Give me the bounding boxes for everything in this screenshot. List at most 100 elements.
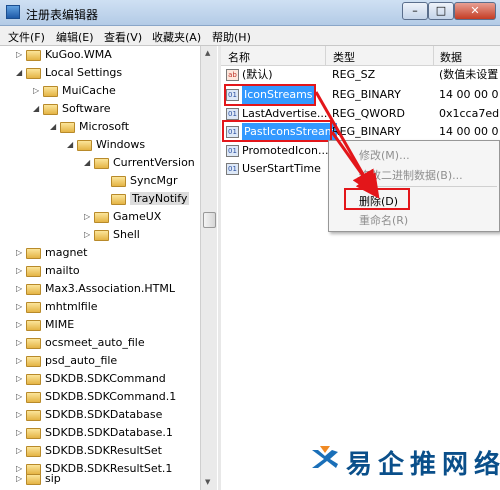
tree-item[interactable]: ▷ MuiCache — [33, 82, 116, 100]
expand-arrow-icon[interactable]: ▷ — [16, 280, 26, 298]
value-row[interactable]: ab (默认) REG_SZ (数值未设置 — [221, 66, 500, 84]
tree-item[interactable]: ▷ KuGoo.WMA — [16, 46, 112, 64]
expand-arrow-icon[interactable]: ▷ — [33, 82, 43, 100]
scroll-up-arrow-icon[interactable]: ▲ — [205, 49, 210, 57]
tree-item[interactable]: ▷ magnet — [16, 244, 88, 262]
menu-bar: 文件(F) 编辑(E) 查看(V) 收藏夹(A) 帮助(H) — [0, 26, 500, 46]
expand-arrow-icon[interactable]: ▷ — [16, 352, 26, 370]
tree-item[interactable]: ▷ GameUX — [84, 208, 161, 226]
expand-arrow-icon[interactable]: ▷ — [16, 244, 26, 262]
menu-item-rename[interactable]: 重命名(R) — [359, 212, 408, 228]
folder-icon — [26, 473, 41, 485]
tree-item[interactable]: ▷ SDKDB.SDKDatabase — [16, 406, 162, 424]
scrollbar-thumb[interactable] — [203, 212, 216, 228]
collapse-arrow-icon[interactable]: ◢ — [16, 64, 26, 82]
expand-arrow-icon[interactable]: ▷ — [84, 208, 94, 226]
tree-item[interactable]: SyncMgr — [101, 172, 178, 190]
expand-arrow-icon[interactable]: ▷ — [16, 470, 26, 488]
menu-item-modify[interactable]: 修改(M)... — [359, 147, 410, 163]
tree-item[interactable]: ◢ Software — [33, 100, 111, 118]
annotation-box-delete — [344, 188, 410, 210]
expand-arrow-icon[interactable]: ▷ — [16, 316, 26, 334]
menu-item-modify-binary[interactable]: 修改二进制数据(B)... — [359, 167, 463, 183]
tree-item[interactable]: ▷ Max3.Association.HTML — [16, 280, 175, 298]
collapse-arrow-icon[interactable]: ◢ — [50, 118, 60, 136]
tree-item[interactable]: ▷ SDKDB.SDKCommand.1 — [16, 388, 176, 406]
title-bar: 注册表编辑器 – □ ✕ — [0, 0, 500, 26]
watermark-text: 易企推网络 — [346, 450, 500, 480]
menu-favorites[interactable]: 收藏夹(A) — [152, 29, 201, 45]
folder-icon — [26, 373, 41, 385]
expand-arrow-icon[interactable]: ▷ — [16, 424, 26, 442]
annotation-box-iconstreams — [224, 84, 316, 106]
tree-item[interactable]: ◢ Windows — [67, 136, 145, 154]
string-value-icon: ab — [226, 69, 239, 81]
scroll-down-arrow-icon[interactable]: ▼ — [205, 478, 210, 486]
folder-icon — [26, 319, 41, 331]
folder-icon — [43, 103, 58, 115]
folder-icon — [26, 337, 41, 349]
expand-arrow-icon[interactable]: ▷ — [16, 262, 26, 280]
tree-item[interactable]: ▷ SDKDB.SDKResultSet — [16, 442, 162, 460]
context-menu: 修改(M)... 修改二进制数据(B)... 删除(D) 重命名(R) — [328, 140, 500, 232]
menu-file[interactable]: 文件(F) — [8, 29, 45, 45]
expand-arrow-icon[interactable]: ▷ — [16, 388, 26, 406]
tree-item[interactable]: ▷ SDKDB.SDKDatabase.1 — [16, 424, 173, 442]
folder-icon — [94, 157, 109, 169]
folder-icon — [26, 49, 41, 61]
collapse-arrow-icon[interactable]: ◢ — [67, 136, 77, 154]
expand-arrow-icon[interactable]: ▷ — [16, 370, 26, 388]
maximize-button[interactable]: □ — [428, 2, 454, 20]
tree-item[interactable]: ◢ CurrentVersion — [84, 154, 195, 172]
expand-arrow-icon[interactable]: ▷ — [16, 406, 26, 424]
tree-scrollbar[interactable]: ▲ ▼ — [200, 46, 217, 490]
expand-arrow-icon[interactable]: ▷ — [16, 334, 26, 352]
watermark: 易企推网络 — [308, 440, 500, 484]
menu-view[interactable]: 查看(V) — [104, 29, 142, 45]
tree-item[interactable]: ▷ sip — [16, 470, 61, 488]
tree-item[interactable]: ▷ SDKDB.SDKCommand — [16, 370, 166, 388]
collapse-arrow-icon[interactable]: ◢ — [84, 154, 94, 172]
watermark-logo-icon — [312, 446, 338, 468]
tree-item[interactable]: ◢ Microsoft — [50, 118, 129, 136]
column-type[interactable]: 类型 — [333, 49, 355, 65]
binary-value-icon: 01 — [226, 145, 239, 157]
folder-icon — [26, 247, 41, 259]
expand-arrow-icon[interactable]: ▷ — [84, 226, 94, 244]
folder-icon — [26, 67, 41, 79]
folder-icon — [26, 265, 41, 277]
tree-item[interactable]: ▷ MIME — [16, 316, 74, 334]
menu-help[interactable]: 帮助(H) — [212, 29, 251, 45]
expand-arrow-icon[interactable]: ▷ — [16, 298, 26, 316]
folder-icon — [26, 391, 41, 403]
binary-value-icon: 01 — [226, 163, 239, 175]
tree-item[interactable]: ▷ Shell — [84, 226, 140, 244]
collapse-arrow-icon[interactable]: ◢ — [33, 100, 43, 118]
tree-item[interactable]: ◢ Local Settings — [16, 64, 122, 82]
registry-editor-icon — [6, 5, 20, 19]
expand-arrow-icon[interactable]: ▷ — [16, 46, 26, 64]
menu-edit[interactable]: 编辑(E) — [56, 29, 94, 45]
tree-item[interactable]: ▷ mhtmlfile — [16, 298, 98, 316]
folder-icon — [111, 193, 126, 205]
column-data[interactable]: 数据 — [440, 49, 462, 65]
folder-icon — [26, 283, 41, 295]
tree-item-selected[interactable]: TrayNotify — [101, 190, 190, 208]
binary-value-icon: 01 — [226, 108, 239, 120]
folder-icon — [94, 211, 109, 223]
value-list: 名称 类型 数据 ab (默认) REG_SZ (数值未设置 01 IconSt… — [221, 46, 500, 490]
folder-icon — [26, 355, 41, 367]
column-header: 名称 类型 数据 — [221, 46, 500, 66]
expand-arrow-icon[interactable]: ▷ — [16, 442, 26, 460]
tree-item[interactable]: ▷ mailto — [16, 262, 80, 280]
registry-key-tree: ▷ KuGoo.WMA ◢ Local Settings ▷ MuiCache ◢ So… — [0, 46, 200, 490]
folder-icon — [111, 175, 126, 187]
close-button[interactable]: ✕ — [454, 2, 496, 20]
minimize-button[interactable]: – — [402, 2, 428, 20]
tree-item[interactable]: ▷ ocsmeet_auto_file — [16, 334, 145, 352]
folder-icon — [60, 121, 75, 133]
column-name[interactable]: 名称 — [228, 49, 250, 65]
tree-item[interactable]: ▷ psd_auto_file — [16, 352, 117, 370]
folder-icon — [26, 427, 41, 439]
folder-icon — [26, 409, 41, 421]
